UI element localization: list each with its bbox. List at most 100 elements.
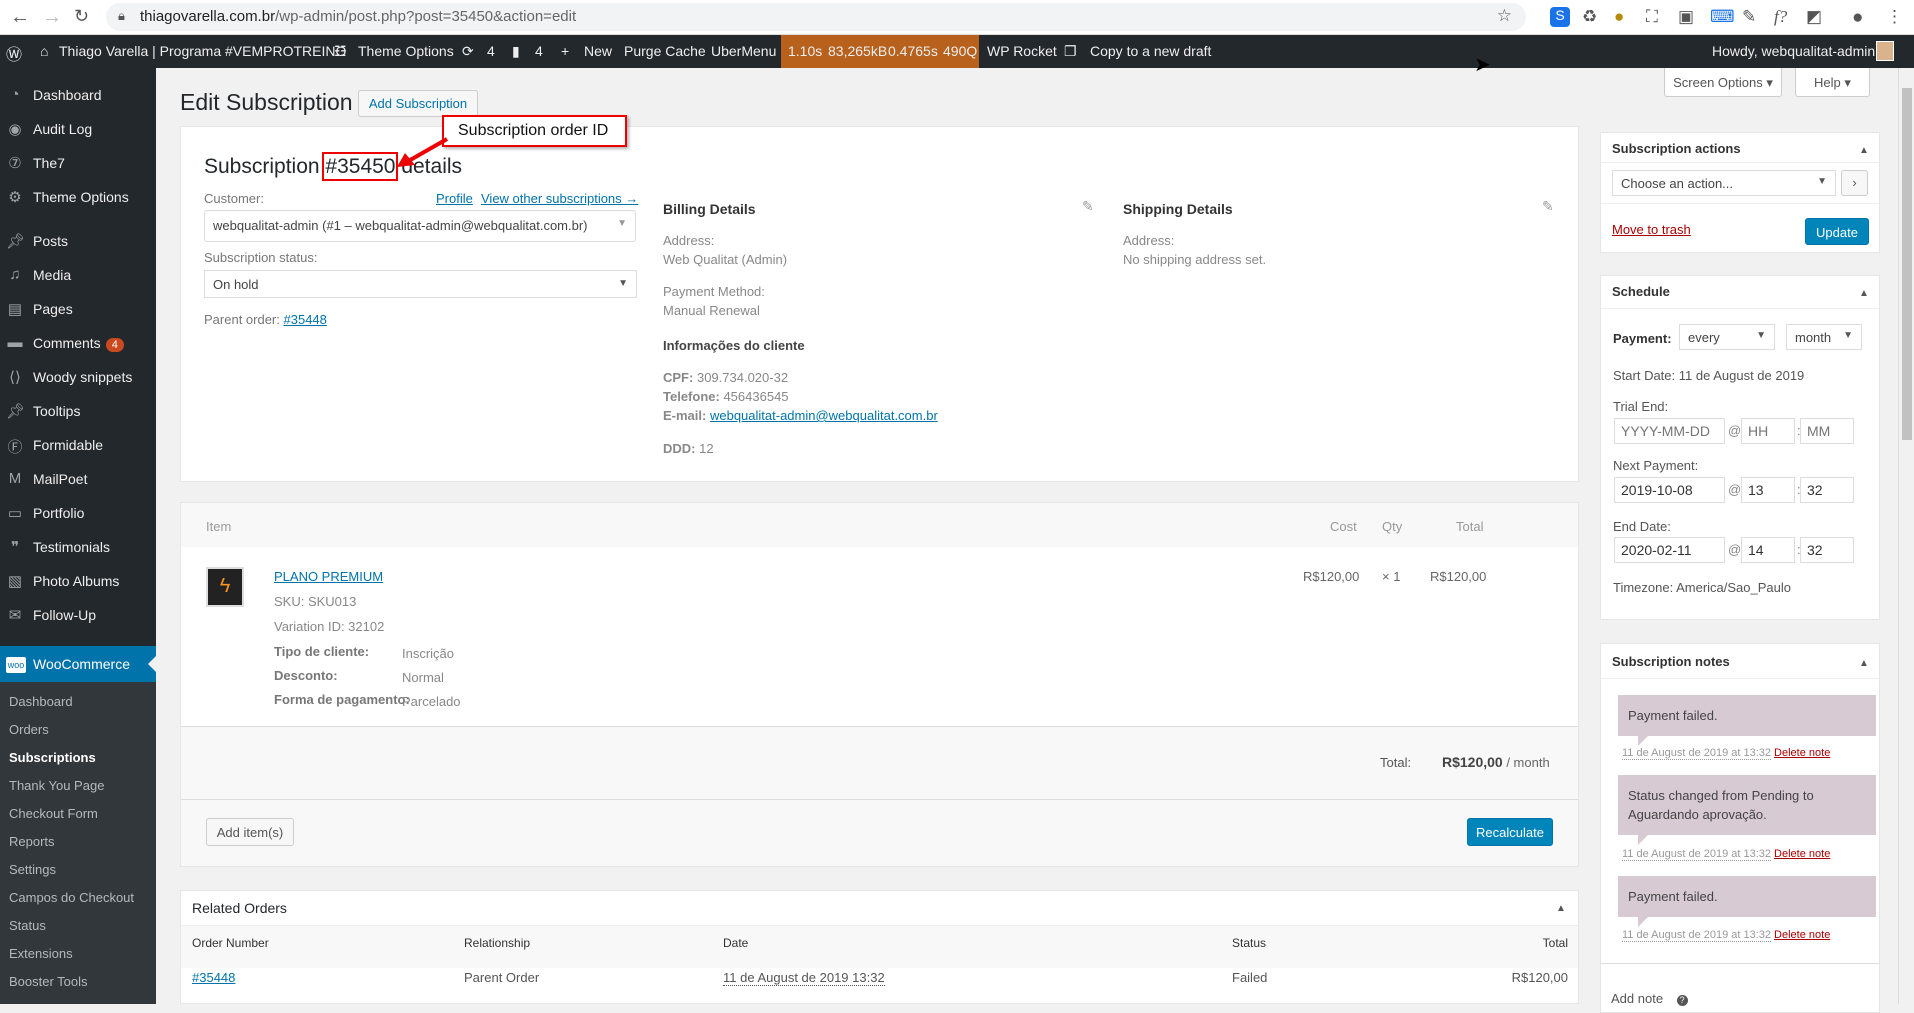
recalculate-button[interactable]: Recalculate: [1467, 818, 1553, 846]
customer-select[interactable]: webqualitat-admin (#1 – webqualitat-admi…: [204, 210, 636, 242]
edit-billing-icon[interactable]: ✎: [1082, 198, 1094, 215]
delete-note-link[interactable]: Delete note: [1774, 929, 1830, 941]
sidebar-item-theme-options[interactable]: ⚙ Theme Options: [0, 180, 156, 214]
delete-note-link[interactable]: Delete note: [1774, 848, 1830, 860]
billing-interval-select[interactable]: every ▼: [1679, 324, 1775, 350]
action-select[interactable]: Choose an action... ▼: [1612, 170, 1836, 196]
extension-font-icon[interactable]: f?: [1774, 7, 1787, 27]
site-name-link[interactable]: Thiago Varella | Programa #VEMPROTREINO: [59, 43, 346, 59]
ubermenu-link[interactable]: UberMenu: [711, 43, 776, 59]
parent-order-link[interactable]: #35448: [284, 312, 327, 327]
extension-globe-icon[interactable]: ●: [1614, 7, 1624, 27]
profile-link[interactable]: Profile: [436, 191, 473, 206]
new-link[interactable]: New: [584, 43, 612, 59]
related-order[interactable]: #35448: [192, 970, 235, 985]
trial-end-hour-input[interactable]: [1741, 418, 1795, 444]
submenu-item-settings[interactable]: Settings: [9, 862, 56, 877]
sidebar-item-posts[interactable]: 📌︎ Posts: [0, 224, 156, 258]
collapse-icon[interactable]: ▲: [1859, 145, 1869, 156]
submenu-item-orders[interactable]: Orders: [9, 722, 49, 737]
extension-bookmark-icon[interactable]: ◩: [1806, 7, 1822, 27]
comments-icon[interactable]: ▮: [512, 43, 520, 60]
sidebar-item-media[interactable]: ♫ Media: [0, 258, 156, 292]
perf-query-time[interactable]: 0.4765s: [888, 43, 938, 59]
scrollbar[interactable]: [1898, 68, 1914, 1004]
extension-info-icon[interactable]: ▣: [1678, 7, 1694, 27]
scrollbar-thumb[interactable]: [1902, 88, 1912, 440]
trial-end-date-input[interactable]: [1614, 418, 1725, 444]
next-payment-hour-input[interactable]: [1741, 477, 1795, 503]
howdy-user[interactable]: Howdy, webqualitat-admin: [1712, 43, 1875, 59]
sidebar-item-comments[interactable]: ▬ Comments 4: [0, 326, 156, 360]
apply-action-button[interactable]: ›: [1841, 170, 1868, 196]
end-date-input[interactable]: [1614, 537, 1725, 563]
back-icon[interactable]: ←: [10, 6, 30, 29]
delete-note-link[interactable]: Delete note: [1774, 747, 1830, 759]
copy-draft-link[interactable]: Copy to a new draft: [1090, 43, 1211, 59]
sidebar-item-testimonials[interactable]: ❞ Testimonials: [0, 530, 156, 564]
updates-count[interactable]: 4: [487, 43, 495, 59]
collapse-icon[interactable]: ▲: [1859, 288, 1869, 299]
extension-recycle-icon[interactable]: ♻: [1582, 7, 1597, 27]
sidebar-item-pages[interactable]: ▤ Pages: [0, 292, 156, 326]
sidebar-item-dashboard[interactable]: ◔ Dashboard: [0, 78, 156, 112]
submenu-item-subscriptions[interactable]: Subscriptions: [9, 750, 96, 765]
comments-count[interactable]: 4: [535, 43, 543, 59]
sidebar-item-portfolio[interactable]: ▭ Portfolio: [0, 496, 156, 530]
submenu-item-thank-you-page[interactable]: Thank You Page: [9, 778, 104, 793]
next-payment-minute-input[interactable]: [1800, 477, 1854, 503]
sidebar-item-the7[interactable]: ⑦ The7: [0, 146, 156, 180]
sidebar-item-photo-albums[interactable]: ▧ Photo Albums: [0, 564, 156, 598]
submenu-item-status[interactable]: Status: [9, 918, 46, 933]
edit-shipping-icon[interactable]: ✎: [1542, 198, 1554, 215]
wp-rocket-link[interactable]: WP Rocket: [987, 43, 1057, 59]
avatar[interactable]: [1876, 41, 1894, 61]
add-subscription-button[interactable]: Add Subscription: [358, 90, 478, 117]
next-payment-date-input[interactable]: [1614, 477, 1725, 503]
submenu-item-extensions[interactable]: Extensions: [9, 946, 73, 961]
end-minute-input[interactable]: [1800, 537, 1854, 563]
star-icon[interactable]: ☆: [1497, 6, 1512, 26]
billing-period-select[interactable]: month ▼: [1786, 324, 1862, 350]
submenu-item-checkout-form[interactable]: Checkout Form: [9, 806, 98, 821]
submenu-item-reports[interactable]: Reports: [9, 834, 55, 849]
extension-screenshot-icon[interactable]: ⛶: [1646, 7, 1658, 27]
help-icon[interactable]: ?: [1676, 995, 1688, 1006]
sidebar-item-woocommerce[interactable]: woo WooCommerce: [0, 646, 156, 682]
submenu-item-booster-tools[interactable]: Booster Tools: [9, 974, 88, 989]
perf-queries[interactable]: 490Q: [943, 43, 977, 59]
update-button[interactable]: Update: [1805, 218, 1869, 245]
updates-icon[interactable]: ⟳: [462, 43, 474, 60]
status-select[interactable]: On hold ▼: [204, 270, 637, 298]
sidebar-item-tooltips[interactable]: 📌︎ Tooltips: [0, 394, 156, 428]
menu-icon[interactable]: ⋮: [1886, 7, 1903, 27]
perf-memory[interactable]: 83,265kB: [828, 43, 887, 59]
product-link[interactable]: PLANO PREMIUM: [274, 569, 383, 584]
help-button[interactable]: Help ▾: [1795, 68, 1870, 97]
purge-cache-link[interactable]: Purge Cache: [624, 43, 706, 59]
collapse-icon[interactable]: ▲: [1556, 903, 1566, 914]
submenu-item-campos-do-checkout[interactable]: Campos do Checkout: [9, 890, 134, 905]
sidebar-item-mailpoet[interactable]: M MailPoet: [0, 462, 156, 496]
screen-options-button[interactable]: Screen Options ▾: [1664, 68, 1782, 97]
reload-icon[interactable]: ↻: [74, 6, 89, 27]
move-to-trash-link[interactable]: Move to trash: [1612, 222, 1691, 237]
trial-end-minute-input[interactable]: [1800, 418, 1854, 444]
add-items-button[interactable]: Add item(s): [206, 818, 294, 846]
end-hour-input[interactable]: [1741, 537, 1795, 563]
extension-code-icon[interactable]: ⌨: [1710, 7, 1735, 27]
collapse-icon[interactable]: ▲: [1859, 658, 1869, 669]
theme-options-link[interactable]: Theme Options: [358, 43, 454, 59]
wordpress-logo-icon[interactable]: Ⓦ: [6, 41, 22, 65]
address-bar[interactable]: 🔒︎ thiagovarella.com.br/wp-admin/post.ph…: [106, 3, 1526, 31]
extension-eyedropper-icon[interactable]: ✎: [1742, 7, 1756, 27]
extension-s-icon[interactable]: S: [1550, 7, 1570, 27]
perf-time[interactable]: 1.10s: [788, 43, 822, 59]
submenu-item-dashboard[interactable]: Dashboard: [9, 694, 73, 709]
email-link[interactable]: webqualitat-admin@webqualitat.com.br: [710, 408, 938, 423]
sidebar-item-follow-up[interactable]: ✉ Follow-Up: [0, 598, 156, 632]
sidebar-item-audit-log[interactable]: ◉ Audit Log: [0, 112, 156, 146]
forward-icon[interactable]: →: [42, 6, 62, 29]
sidebar-item-woody-snippets[interactable]: ⟨⟩ Woody snippets: [0, 360, 156, 394]
sidebar-item-formidable[interactable]: Ⓕ Formidable: [0, 428, 156, 462]
